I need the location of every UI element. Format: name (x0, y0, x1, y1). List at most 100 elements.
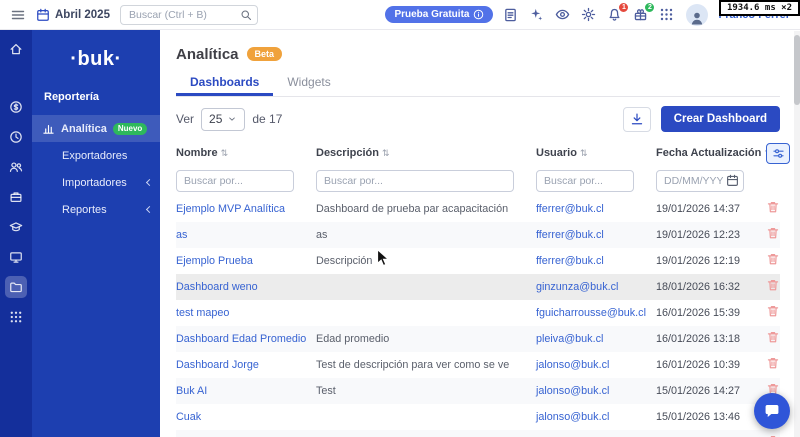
table-row[interactable]: test mapeo fguicharrousse@buk.cl 16/01/202… (176, 300, 780, 326)
delete-icon[interactable] (766, 434, 780, 437)
chevron-down-icon (227, 114, 237, 124)
table-row[interactable]: Ejemplo MVP Analítica Dashboard de prueba… (176, 196, 780, 222)
delete-icon[interactable] (766, 304, 780, 318)
filter-toggle-cell (766, 142, 792, 164)
column-label: Nombre (176, 147, 218, 159)
row-nombre[interactable]: test mapeo (176, 307, 316, 319)
time-icon[interactable] (5, 126, 27, 148)
scrollbar[interactable] (794, 31, 800, 437)
home-icon[interactable] (5, 38, 27, 60)
table-row[interactable]: Dashboard Edad Promedio Edad promedio plei… (176, 326, 780, 352)
column-header-usuario[interactable]: Usuario ⇅ (536, 147, 656, 159)
table-row[interactable]: Cuak jalonso@buk.cl 15/01/2026 13:46 (176, 404, 780, 430)
delete-icon[interactable] (766, 356, 780, 370)
benefits-icon[interactable] (5, 186, 27, 208)
filter-input-fecha[interactable] (656, 170, 744, 192)
sparkle-icon[interactable] (529, 7, 544, 22)
buk-logo: ·buk· (70, 48, 122, 70)
filter-input-nombre[interactable] (176, 170, 294, 192)
tab-dashboards[interactable]: Dashboards (176, 70, 274, 96)
delete-icon[interactable] (766, 252, 780, 266)
delete-icon[interactable] (766, 226, 780, 240)
sidebar-item-importadores[interactable]: Importadores (32, 169, 160, 196)
app-window: Abril 2025 Prueba Gratuita 12 Franco Fer… (0, 0, 800, 437)
row-usuario[interactable]: pleiva@buk.cl (536, 333, 656, 345)
row-nombre[interactable]: Cuak (176, 411, 316, 423)
row-usuario[interactable]: jalonso@buk.cl (536, 385, 656, 397)
delete-icon[interactable] (766, 278, 780, 292)
column-label: Fecha Actualización (656, 147, 762, 159)
row-nombre[interactable]: as (176, 229, 316, 241)
row-nombre[interactable]: Buk AI (176, 385, 316, 397)
row-usuario[interactable]: fferrer@buk.cl (536, 229, 656, 241)
delete-icon[interactable] (766, 200, 780, 214)
period-selector[interactable]: Abril 2025 (36, 8, 110, 22)
tab-widgets[interactable]: Widgets (273, 70, 344, 96)
apps-icon[interactable] (659, 7, 674, 22)
chat-button[interactable] (754, 393, 790, 429)
table-row[interactable]: Dashboard weno ginzunza@buk.cl 18/01/2026 … (176, 274, 780, 300)
page-header: Analítica Beta (176, 42, 780, 66)
filter-input-usuario[interactable] (536, 170, 634, 192)
sidebar-item-analitica[interactable]: Analítica Nuevo (32, 115, 160, 142)
topbar-actions: 12 (503, 2, 674, 22)
sort-icon[interactable]: ⇅ (580, 148, 588, 159)
main-content: Analítica Beta Dashboards Widgets Ver 25 … (160, 30, 800, 437)
row-usuario[interactable]: fguicharrousse@buk.cl (536, 307, 656, 319)
screens-icon[interactable] (5, 246, 27, 268)
row-usuario[interactable]: ginzunza@buk.cl (536, 281, 656, 293)
column-header-descripcion[interactable]: Descripción ⇅ (316, 147, 536, 159)
filter-toggle-button[interactable] (766, 142, 790, 164)
filter-input-descripcion[interactable] (316, 170, 514, 192)
delete-icon[interactable] (766, 330, 780, 344)
people-icon[interactable] (5, 156, 27, 178)
row-fecha: 15/01/2026 13:46 (656, 411, 741, 423)
eye-icon[interactable] (555, 7, 570, 22)
row-usuario[interactable]: jalonso@buk.cl (536, 359, 656, 371)
gear-icon[interactable] (581, 7, 596, 22)
payments-icon[interactable] (5, 96, 27, 118)
column-header-nombre[interactable]: Nombre ⇅ (176, 147, 316, 159)
row-usuario[interactable]: fferrer@buk.cl (536, 255, 656, 267)
row-usuario[interactable]: jalonso@buk.cl (536, 411, 656, 423)
trial-badge[interactable]: Prueba Gratuita (385, 6, 494, 23)
sort-icon[interactable]: ⇅ (382, 148, 390, 159)
scrollbar-thumb[interactable] (794, 35, 800, 105)
download-icon (630, 112, 644, 126)
download-button[interactable] (622, 106, 651, 132)
sidebar: ·buk· Reportería Analítica Nuevo Exportado… (32, 30, 160, 437)
search-input[interactable] (119, 4, 258, 25)
sort-icon[interactable]: ⇅ (221, 148, 229, 159)
global-search (119, 4, 258, 25)
table-row[interactable]: Ejemplo Prueba Descripción fferrer@buk.cl 1… (176, 248, 780, 274)
apps-icon[interactable] (5, 306, 27, 328)
row-descripcion: Descripción (316, 255, 373, 267)
training-icon[interactable] (5, 216, 27, 238)
row-nombre[interactable]: Ejemplo Prueba (176, 255, 316, 267)
table-row[interactable]: Buk AI Test jalonso@buk.cl 15/01/2026 14:27 (176, 378, 780, 404)
row-actions (766, 200, 786, 219)
bell-icon[interactable]: 1 (607, 2, 630, 22)
gift-icon[interactable]: 2 (633, 2, 656, 22)
period-label: Abril 2025 (55, 8, 110, 21)
table-row[interactable]: Dashboard Jorge Test de descripción para … (176, 352, 780, 378)
sidebar-item-reportes[interactable]: Reportes (32, 196, 160, 223)
row-nombre[interactable]: Dashboard weno (176, 281, 316, 293)
row-nombre[interactable]: Ejemplo MVP Analítica (176, 203, 316, 215)
row-nombre[interactable]: Dashboard Jorge (176, 359, 316, 371)
documents-icon[interactable] (5, 276, 27, 298)
row-fecha: 16/01/2026 13:18 (656, 333, 741, 345)
sidebar-item-exportadores[interactable]: Exportadores (32, 142, 160, 169)
column-header-fecha[interactable]: Fecha Actualización⇅ (656, 147, 772, 159)
controls-right: Crear Dashboard (622, 106, 780, 132)
page-size-select[interactable]: 25 (201, 107, 246, 131)
clipboard-icon[interactable] (503, 7, 518, 22)
avatar[interactable] (686, 3, 709, 26)
row-nombre[interactable]: Dashboard Edad Promedio (176, 333, 316, 345)
performance-text: 1934.6 ms ×2 (726, 3, 792, 13)
create-dashboard-button[interactable]: Crear Dashboard (660, 106, 780, 132)
table-row[interactable]: as as fferrer@buk.cl 19/01/2026 12:23 (176, 222, 780, 248)
row-usuario[interactable]: fferrer@buk.cl (536, 203, 656, 215)
menu-icon[interactable] (10, 7, 26, 23)
table-row[interactable]: testetestjalonso@buk.cl14/01/2026 12:47 (176, 430, 780, 437)
